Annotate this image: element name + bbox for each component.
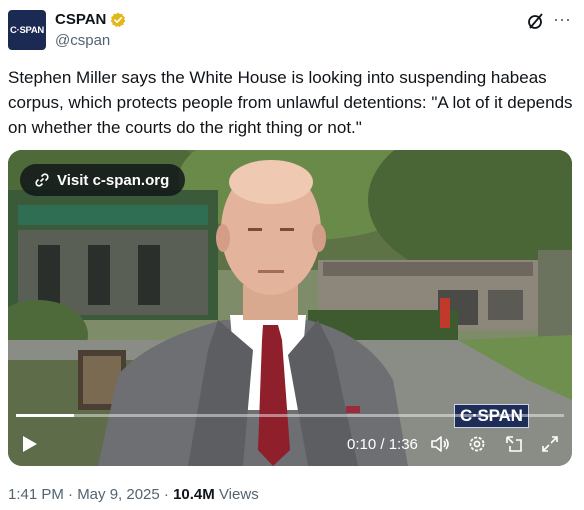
fullscreen-icon[interactable]	[540, 434, 560, 454]
timestamp[interactable]: 1:41 PM · May 9, 2025 ·	[8, 486, 173, 503]
settings-icon[interactable]	[467, 434, 487, 454]
handle[interactable]: @cspan	[55, 32, 110, 49]
more-dots-icon[interactable]: ···	[553, 10, 571, 28]
verified-badge-icon[interactable]	[110, 12, 126, 28]
visit-link-button[interactable]: Visit c-span.org	[20, 164, 186, 196]
views-label: Views	[214, 486, 259, 503]
pip-icon[interactable]	[504, 434, 524, 454]
tweet-meta: 1:41 PM · May 9, 2025 · 10.4M Views	[8, 486, 259, 503]
volume-icon[interactable]	[430, 434, 450, 454]
video-time: 0:10 / 1:36	[347, 436, 418, 453]
link-icon	[35, 173, 49, 187]
avatar[interactable]: C·SPAN	[8, 10, 46, 50]
video-player[interactable]: Visit c-span.org C·SPAN 0:10 / 1:36	[8, 150, 572, 466]
views-count: 10.4M	[173, 486, 215, 503]
tweet-text: Stephen Miller says the White House is l…	[8, 68, 573, 137]
display-name[interactable]: CSPAN	[55, 11, 106, 28]
video-progress-bar[interactable]	[16, 414, 564, 417]
play-icon[interactable]	[22, 435, 38, 453]
author-row: CSPAN	[55, 11, 126, 28]
grok-icon[interactable]	[527, 12, 545, 30]
visit-link-label: Visit c-span.org	[57, 171, 170, 189]
video-progress-fill	[16, 414, 75, 417]
